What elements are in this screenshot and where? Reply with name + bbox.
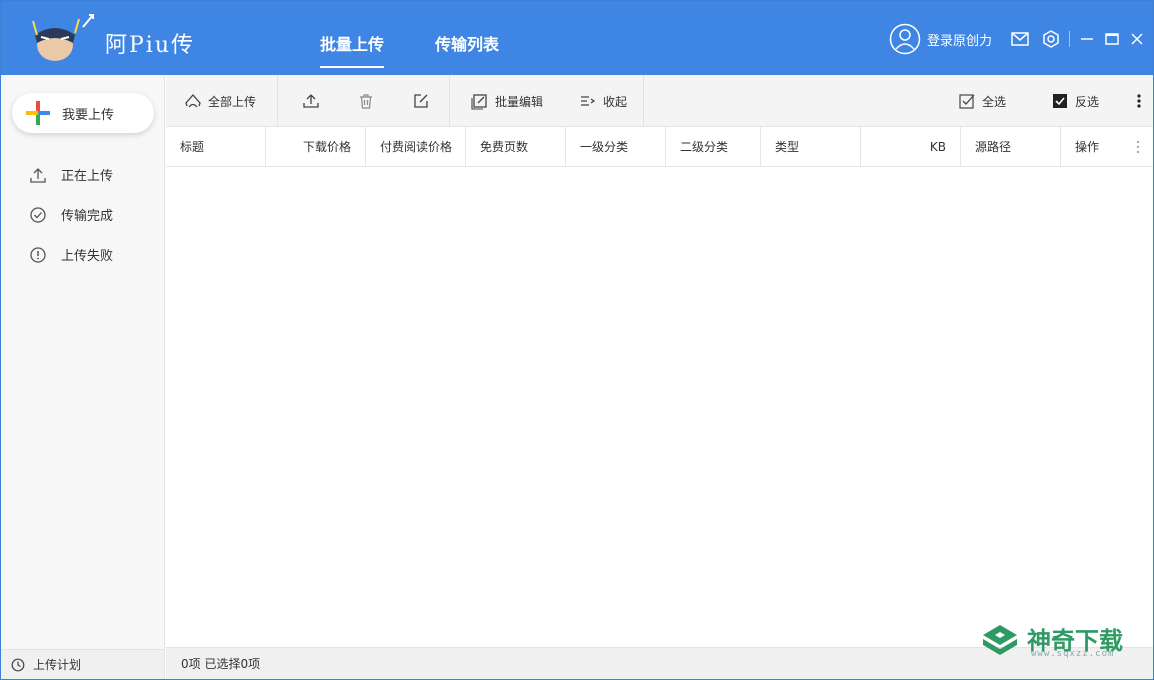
upload-button-toolbar[interactable] (302, 75, 320, 127)
batch-edit-button[interactable]: 批量编辑 (471, 75, 543, 127)
check-circle-icon (30, 206, 46, 223)
checkbox-outline-icon (959, 94, 975, 109)
collapse-label: 收起 (603, 94, 628, 109)
watermark: 神奇下载 www.sqxzz.com (981, 619, 1141, 663)
avatar-icon (889, 23, 921, 55)
column-settings-icon[interactable] (1130, 138, 1146, 156)
watermark-url: www.sqxzz.com (1031, 649, 1115, 659)
checkbox-filled-icon (1053, 94, 1067, 108)
batch-edit-icon (471, 94, 487, 110)
invert-select-button[interactable]: 反选 (1051, 75, 1099, 127)
upload-button-label: 我要上传 (62, 107, 115, 123)
sidebar-item-completed[interactable]: 传输完成 (29, 205, 113, 224)
upload-plan-button[interactable]: 上传计划 (1, 649, 164, 679)
column-header-title[interactable]: 标题 (166, 127, 266, 167)
select-all-label: 全选 (982, 94, 1007, 109)
column-header-free-pages[interactable]: 免费页数 (466, 127, 566, 167)
invert-select-label: 反选 (1075, 94, 1100, 109)
login-link[interactable]: 登录原创力 (927, 30, 992, 49)
column-header-source-path[interactable]: 源路径 (961, 127, 1061, 167)
clock-icon (11, 658, 25, 671)
edit-button[interactable] (412, 75, 430, 127)
edit-icon (414, 94, 428, 108)
app-window: 阿Piu传 批量上传 传输列表 登录原创力 我要上传 正在上传 传输完成 上传失… (0, 0, 1154, 680)
upload-plan-label: 上传计划 (33, 658, 82, 672)
sidebar-item-label: 上传失败 (61, 249, 114, 264)
login-area[interactable]: 登录原创力 (889, 23, 992, 55)
collapse-button[interactable]: 收起 (579, 75, 627, 127)
column-header-category-1[interactable]: 一级分类 (566, 127, 666, 167)
upload-icon (303, 94, 319, 108)
delete-button[interactable] (357, 75, 375, 127)
settings-icon[interactable] (1041, 29, 1061, 49)
sidebar-item-failed[interactable]: 上传失败 (29, 245, 113, 264)
column-header-kb[interactable]: KB (861, 127, 961, 167)
alert-circle-icon (30, 246, 46, 263)
trash-icon (360, 94, 372, 109)
upload-button[interactable]: 我要上传 (12, 93, 154, 133)
close-icon[interactable] (1127, 29, 1147, 49)
watermark-logo-icon (983, 625, 1017, 655)
upload-arrow-icon (30, 167, 46, 183)
toolbar: 全部上传 批量编辑 收起 全选 反选 (166, 75, 1153, 127)
tab-transfer-list[interactable]: 传输列表 (435, 31, 499, 55)
file-list (166, 168, 1153, 647)
app-name: 阿Piu传 (105, 33, 196, 58)
toolbar-divider (277, 75, 278, 127)
column-header-type[interactable]: 类型 (761, 127, 861, 167)
sidebar-item-label: 正在上传 (61, 169, 114, 184)
sidebar: 我要上传 正在上传 传输完成 上传失败 上传计划 (1, 75, 165, 679)
column-header-paid-read-price[interactable]: 付费阅读价格 (366, 127, 466, 167)
toolbar-divider (643, 75, 644, 127)
title-bar: 阿Piu传 批量上传 传输列表 登录原创力 (1, 1, 1153, 75)
column-header-download-price[interactable]: 下载价格 (266, 127, 366, 167)
tab-batch-upload[interactable]: 批量上传 (320, 31, 385, 68)
batch-edit-label: 批量编辑 (495, 94, 544, 109)
more-options-button[interactable] (1130, 75, 1148, 127)
table-header: 标题 下载价格 付费阅读价格 免费页数 一级分类 二级分类 类型 KB 源路径 … (166, 127, 1153, 167)
selection-count: 0项 已选择0项 (181, 657, 261, 671)
plus-icon (26, 101, 50, 125)
upload-all-button[interactable]: 全部上传 (184, 75, 256, 127)
mail-icon[interactable] (1010, 29, 1030, 49)
maximize-icon[interactable] (1102, 29, 1122, 49)
column-header-actions[interactable]: 操作 (1061, 127, 1121, 167)
upload-all-label: 全部上传 (208, 94, 257, 109)
toolbar-divider (449, 75, 450, 127)
sidebar-item-uploading[interactable]: 正在上传 (29, 165, 113, 184)
minimize-icon[interactable] (1077, 29, 1097, 49)
sidebar-item-label: 传输完成 (61, 209, 114, 224)
cloud-upload-icon (185, 94, 201, 108)
collapse-icon (581, 96, 596, 106)
header-divider (1069, 31, 1070, 47)
column-header-category-2[interactable]: 二级分类 (666, 127, 761, 167)
more-vertical-icon (1137, 94, 1141, 108)
select-all-button[interactable]: 全选 (958, 75, 1006, 127)
